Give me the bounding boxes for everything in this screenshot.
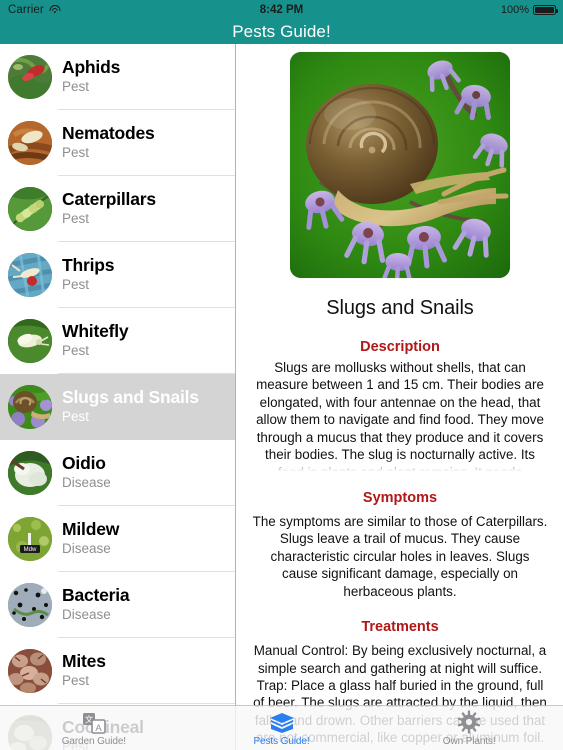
nematodes-thumb [8,121,52,165]
list-item-title: Nematodes [62,123,155,144]
list-item-texts: Nematodes Pest [62,124,155,162]
section-heading-symptoms: Symptoms [362,490,438,506]
list-item[interactable]: Nematodes Pest [0,110,235,176]
list-item-title: Thrips [62,255,115,276]
tab-pests-guide[interactable]: Pests Guide! [188,706,376,750]
status-bar: Carrier 8:42 PM 100% [0,0,563,20]
list-item-texts: Mites Pest [62,652,106,690]
status-bar-right: 100% [500,4,558,16]
list-item-title: Mites [62,651,106,672]
bacteria-thumb [8,583,52,627]
list-item-subtitle: Disease [62,475,111,491]
tab-garden-guide[interactable]: 文 A Garden Guide! [0,706,188,750]
list-item-subtitle: Disease [62,607,111,623]
svg-text:Mdw: Mdw [24,547,37,553]
mites-thumb [8,649,52,693]
list-item[interactable]: Caterpillars Pest [0,176,235,242]
list-item-texts: Mildew Disease [62,520,119,558]
list-item-title: Caterpillars [62,189,156,210]
list-item-title: Aphids [62,57,121,78]
section-body-symptoms: The symptoms are similar to those of Cat… [252,514,548,599]
list-item-subtitle: Pest [62,673,90,689]
battery-icon [533,5,558,15]
battery-percent-label: 100% [500,4,529,16]
list-item-texts: Oidio Disease [62,454,111,492]
mildew-thumb: Mdw [8,517,52,561]
list-item-subtitle: Pest [62,343,90,359]
list-item-subtitle: Pest [62,145,90,161]
caterpillar-thumb [8,187,52,231]
list-item[interactable]: Thrips Pest [0,242,235,308]
list-item[interactable]: Mites Pest [0,638,235,704]
list-item-title: Bacteria [62,585,130,606]
snail-thumb [8,385,52,429]
section-body-description: Slugs are mollusks without shells, that … [256,360,544,471]
gear-icon [457,709,481,734]
pest-list[interactable]: Aphids Pest Nematodes Pest Caterpillars Pest T… [0,44,236,750]
hero-image-wrap [237,44,563,278]
whitefly-thumb [8,319,52,363]
list-item[interactable]: Bacteria Disease [0,572,235,638]
list-item-texts: Aphids Pest [62,58,120,96]
section-symptoms: Symptoms The symptoms are similar to tho… [237,490,563,600]
clock-label: 8:42 PM [259,4,304,16]
section-description: Description Slugs are mollusks without s… [237,339,563,471]
list-item-texts: Whitefly Pest [62,321,129,360]
oidio-thumb [8,451,52,495]
list-item[interactable]: Aphids Pest [0,44,235,110]
app-root: Carrier 8:42 PM 100% Pests Guide! Aphids… [0,0,563,750]
navigation-bar: Pests Guide! [0,20,563,44]
blue-box-icon [269,710,295,734]
list-item-title: Whitefly [62,321,129,342]
detail-pane: Slugs and Snails Description Slugs are m… [237,44,563,750]
tab-label: Pests Guide! [253,735,310,747]
aphids-thumb [8,55,52,99]
list-item-texts: Thrips Pest [62,256,114,294]
list-item-texts: Slugs and Snails Pest [62,388,199,426]
list-item-title: Slugs and Snails [62,387,199,408]
detail-title: Slugs and Snails [326,297,474,319]
list-item[interactable]: Mdw Mildew Disease [0,506,235,572]
tab-label: Garden Guide! [61,735,126,747]
list-item-subtitle: Pest [62,79,90,95]
list-item-title: Mildew [62,519,120,540]
section-heading-description: Description [360,339,440,355]
list-item-subtitle: Pest [62,211,90,227]
tab-bar[interactable]: 文 A Garden Guide! Pests Guide! Own Plants! [0,705,563,750]
translate-icon: 文A [82,710,106,734]
section-heading-treatments: Treatments [361,619,439,636]
list-item[interactable]: Whitefly Pest [0,308,235,374]
list-item-texts: Caterpillars Pest [62,190,156,228]
description-clip: Slugs are mollusks without shells, that … [237,355,563,471]
tab-own-plants[interactable]: Own Plants! [375,706,563,750]
svg-text:A: A [95,722,102,733]
tab-label: Own Plants! [442,735,496,747]
list-item-subtitle: Pest [62,409,90,425]
page-title: Pests Guide! [232,22,331,41]
split-view: Aphids Pest Nematodes Pest Caterpillars Pest T… [0,44,563,750]
list-item-title: Oidio [62,453,106,474]
list-item[interactable]: Slugs and Snails Pest [0,374,235,440]
list-item-subtitle: Pest [62,277,90,293]
thrips-thumb [8,253,52,297]
list-item[interactable]: Oidio Disease [0,440,235,506]
list-item-texts: Bacteria Disease [62,585,130,624]
snail-photo [290,52,510,278]
list-item-subtitle: Disease [62,541,111,557]
